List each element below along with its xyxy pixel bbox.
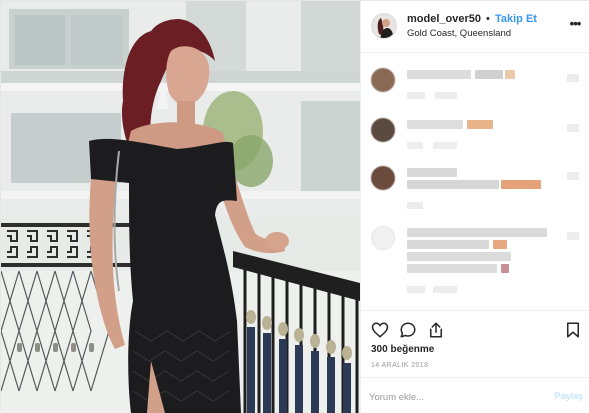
action-bar bbox=[361, 310, 589, 346]
follow-button[interactable]: Takip Et bbox=[495, 13, 537, 25]
separator-dot: • bbox=[486, 13, 490, 25]
blurred-meta bbox=[407, 142, 423, 149]
blurred-text bbox=[407, 264, 497, 273]
list-item bbox=[371, 118, 581, 158]
blurred-text bbox=[475, 70, 503, 79]
comments-list bbox=[361, 54, 589, 306]
photo-illustration bbox=[1, 1, 360, 413]
instagram-post: model_over50 • Takip Et Gold Coast, Quee… bbox=[0, 0, 589, 413]
bookmark-icon[interactable] bbox=[564, 321, 582, 339]
blurred-meta bbox=[435, 92, 457, 99]
username-link[interactable]: model_over50 bbox=[407, 13, 481, 25]
comment-heart-icon[interactable] bbox=[567, 232, 579, 240]
post-date: 14 ARALIK 2018 bbox=[371, 362, 429, 369]
comment-avatar[interactable] bbox=[371, 226, 395, 250]
blurred-text bbox=[501, 180, 541, 189]
blurred-meta bbox=[433, 286, 457, 293]
comment-avatar[interactable] bbox=[371, 166, 395, 190]
add-comment-section: Paylaş bbox=[361, 377, 589, 413]
blurred-text bbox=[407, 168, 457, 177]
list-item bbox=[371, 226, 581, 302]
blurred-meta bbox=[407, 202, 423, 209]
comment-avatar[interactable] bbox=[371, 118, 395, 142]
list-item bbox=[371, 166, 581, 209]
comment-input[interactable] bbox=[369, 389, 529, 405]
comment-bubble-icon[interactable] bbox=[399, 321, 417, 339]
post-comment-button[interactable]: Paylaş bbox=[554, 391, 583, 402]
blurred-text bbox=[407, 240, 489, 249]
blurred-meta bbox=[433, 142, 457, 149]
blurred-text bbox=[493, 240, 507, 249]
comment-heart-icon[interactable] bbox=[567, 172, 579, 180]
share-icon[interactable] bbox=[427, 321, 445, 339]
blurred-meta bbox=[407, 286, 425, 293]
post-header: model_over50 • Takip Et Gold Coast, Quee… bbox=[361, 1, 589, 53]
blurred-meta bbox=[407, 92, 425, 99]
username-line: model_over50 • Takip Et bbox=[407, 13, 537, 25]
comment-heart-icon[interactable] bbox=[567, 124, 579, 132]
blurred-text bbox=[501, 264, 509, 273]
blurred-text bbox=[407, 180, 499, 189]
list-item bbox=[371, 68, 581, 108]
comment-avatar[interactable] bbox=[371, 68, 395, 92]
avatar-image bbox=[372, 14, 396, 38]
blurred-text bbox=[505, 70, 515, 79]
blurred-text bbox=[407, 70, 471, 79]
blurred-text bbox=[407, 252, 511, 261]
comment-heart-icon[interactable] bbox=[567, 74, 579, 82]
blurred-text bbox=[467, 120, 493, 129]
heart-icon[interactable] bbox=[371, 321, 389, 339]
likes-count[interactable]: 300 beğenme bbox=[371, 344, 434, 355]
post-side-panel: model_over50 • Takip Et Gold Coast, Quee… bbox=[360, 1, 589, 413]
blurred-text bbox=[407, 228, 547, 237]
avatar[interactable] bbox=[371, 13, 397, 39]
blurred-text bbox=[407, 120, 463, 129]
location-link[interactable]: Gold Coast, Queensland bbox=[407, 28, 511, 39]
more-dots-icon[interactable]: ••• bbox=[567, 17, 583, 31]
post-photo[interactable] bbox=[1, 1, 360, 413]
